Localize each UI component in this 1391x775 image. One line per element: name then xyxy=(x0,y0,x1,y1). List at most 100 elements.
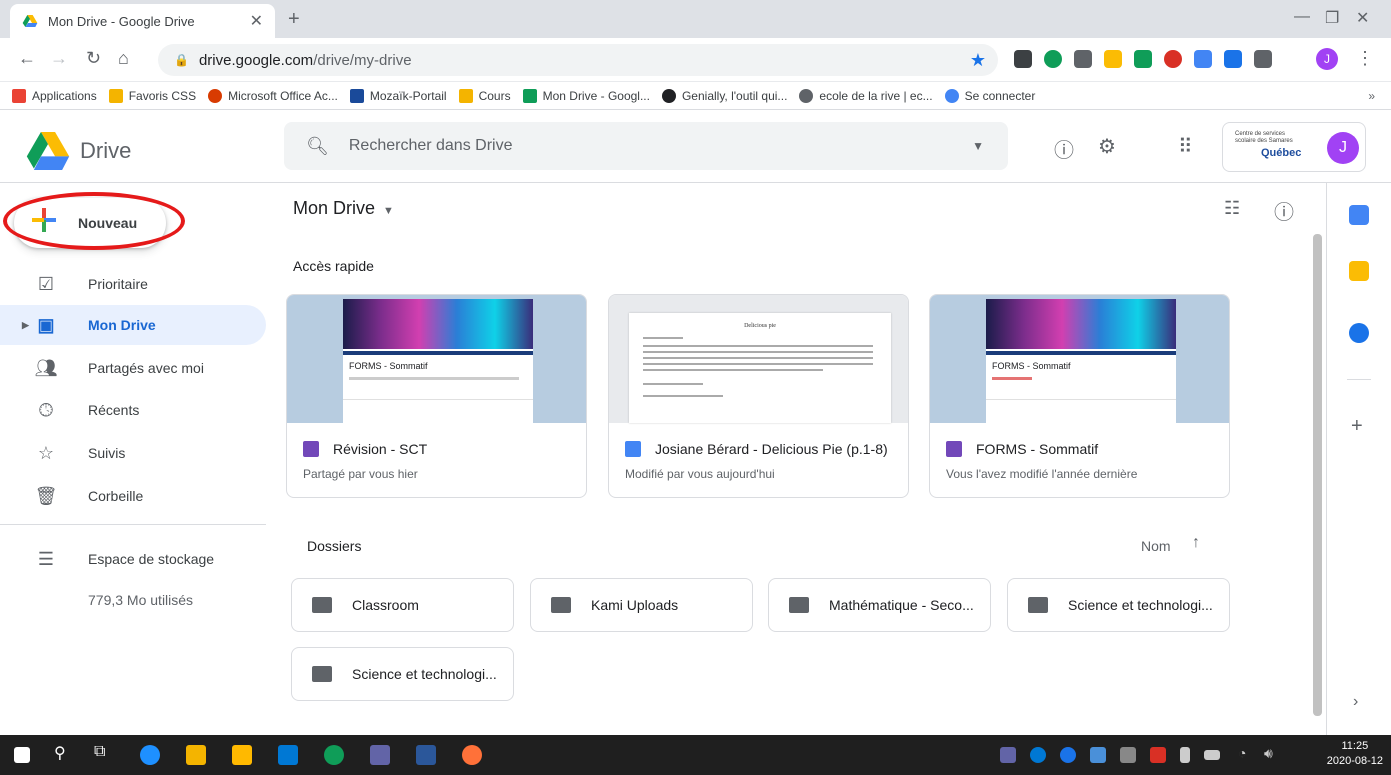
chrome-icon[interactable] xyxy=(324,745,344,765)
expand-panel-icon[interactable]: › xyxy=(1353,693,1358,711)
search-input[interactable]: Rechercher dans Drive xyxy=(349,137,972,155)
sidebar-item-prioritaire[interactable]: ☑ Prioritaire xyxy=(0,264,266,304)
sidebar-item-suivis[interactable]: ☆ Suivis xyxy=(0,433,266,473)
bookmark-ecole[interactable]: ecole de la rive | ec... xyxy=(799,88,933,103)
bookmark-office[interactable]: Microsoft Office Ac... xyxy=(208,88,338,103)
edge-icon[interactable] xyxy=(140,745,160,765)
expand-arrow-icon[interactable]: ▶ xyxy=(22,320,29,331)
settings-gear-icon[interactable]: ⚙ xyxy=(1098,134,1116,159)
info-icon[interactable]: ⓘ xyxy=(1274,196,1294,225)
onedrive-icon[interactable] xyxy=(1030,747,1046,763)
address-bar[interactable]: 🔒 drive.google.com/drive/my-drive ★ xyxy=(158,44,998,76)
sidebar-item-recents[interactable]: 🕓︎ Récents xyxy=(0,390,266,430)
tray-network-icon[interactable] xyxy=(1120,747,1136,763)
folder-item[interactable]: Mathématique - Seco... xyxy=(768,578,991,632)
extension-office-icon[interactable] xyxy=(1014,50,1032,68)
folder-item[interactable]: Science et technologi... xyxy=(291,647,514,701)
volume-icon[interactable]: 🔊︎ xyxy=(1264,745,1273,762)
extension-thumb-icon[interactable] xyxy=(1104,50,1122,68)
folder-icon xyxy=(312,597,332,613)
calendar-icon[interactable] xyxy=(1349,205,1369,225)
search-icon[interactable]: 🔍︎ xyxy=(306,136,329,157)
home-icon[interactable]: ⌂ xyxy=(118,48,129,69)
word-icon[interactable] xyxy=(416,745,436,765)
teams-icon[interactable] xyxy=(370,745,390,765)
folder-item[interactable]: Science et technologi... xyxy=(1007,578,1230,632)
extension-screen-icon[interactable] xyxy=(1224,50,1242,68)
help-icon[interactable]: ⓘ xyxy=(1054,134,1074,163)
back-icon[interactable]: ← xyxy=(18,48,36,69)
close-tab-icon[interactable]: ✕ xyxy=(250,11,263,31)
folder-item[interactable]: Kami Uploads xyxy=(530,578,753,632)
sidebar-item-corbeille[interactable]: 🗑︎ Corbeille xyxy=(0,476,266,516)
sidebar-item-mon-drive[interactable]: ▶ ▣ Mon Drive xyxy=(0,305,266,345)
quick-access-card[interactable]: Delicious pie Josiane Bérard - Delicious… xyxy=(608,294,909,498)
tasks-icon[interactable] xyxy=(1349,323,1369,343)
sort-arrow-up-icon[interactable]: ↑ xyxy=(1192,534,1200,552)
tray-screen-icon[interactable] xyxy=(1090,747,1106,763)
search-options-icon[interactable]: ▼ xyxy=(972,139,984,153)
wifi-icon[interactable]: ◔ xyxy=(1238,745,1246,761)
list-view-icon[interactable]: ☷ xyxy=(1224,198,1240,219)
bookmark-genially[interactable]: Genially, l'outil qui... xyxy=(661,88,787,103)
docs-file-icon xyxy=(625,441,641,457)
account-avatar[interactable]: J xyxy=(1327,132,1359,164)
add-addon-icon[interactable]: + xyxy=(1351,415,1363,438)
extension-drive-icon[interactable] xyxy=(1134,50,1152,68)
extension-check-icon[interactable] xyxy=(1044,50,1062,68)
my-drive-icon: ▣ xyxy=(37,314,55,335)
browser-profile-avatar[interactable]: J xyxy=(1316,48,1338,70)
chevron-down-icon[interactable]: ▼ xyxy=(383,205,394,217)
bookmark-star-icon[interactable]: ★ xyxy=(970,50,986,71)
tray-usb-icon[interactable] xyxy=(1180,747,1190,763)
organization-badge[interactable]: Centre de services scolaire des Samares … xyxy=(1222,122,1366,172)
tray-teams-icon[interactable] xyxy=(1000,747,1016,763)
task-view-icon[interactable]: ⧉ xyxy=(94,743,105,761)
drive-logo-icon[interactable] xyxy=(26,132,70,170)
extension-abp-icon[interactable] xyxy=(1164,50,1182,68)
browser-menu-icon[interactable]: ⋮ xyxy=(1356,48,1374,69)
bookmark-applications[interactable]: Applications xyxy=(12,88,97,103)
new-tab-icon[interactable]: + xyxy=(288,8,300,31)
folder-item[interactable]: Classroom xyxy=(291,578,514,632)
sticky-icon[interactable] xyxy=(186,745,206,765)
battery-icon[interactable] xyxy=(1204,750,1220,760)
quick-access-card[interactable]: FORMS - Sommatif FORMS - Sommatif Vous l… xyxy=(929,294,1230,498)
bookmark-cours[interactable]: Cours xyxy=(458,88,511,103)
tray-app-icon[interactable] xyxy=(1060,747,1076,763)
extension-translate-icon[interactable] xyxy=(1194,50,1212,68)
search-icon[interactable]: ⚲ xyxy=(54,743,66,763)
search-bar[interactable]: 🔍︎ Rechercher dans Drive ▼ xyxy=(284,122,1008,170)
system-clock[interactable]: 11:25 2020-08-12 xyxy=(1327,739,1383,769)
bookmark-mozaik[interactable]: Mozaïk-Portail xyxy=(349,88,447,103)
sort-by-name[interactable]: Nom xyxy=(1141,538,1171,554)
extensions-puzzle-icon[interactable] xyxy=(1254,50,1272,68)
tray-k-icon[interactable] xyxy=(1150,747,1166,763)
forward-icon[interactable]: → xyxy=(50,48,68,69)
main-scrollbar[interactable] xyxy=(1313,234,1322,716)
bookmark-mon-drive[interactable]: Mon Drive - Googl... xyxy=(522,88,650,103)
reload-icon[interactable]: ↻ xyxy=(86,48,101,69)
office-icon xyxy=(208,88,223,103)
extension-grid-icon[interactable] xyxy=(1074,50,1092,68)
windows-start-icon[interactable] xyxy=(14,747,30,763)
outlook-icon[interactable] xyxy=(278,745,298,765)
minimize-icon[interactable]: — xyxy=(1294,8,1310,26)
page-title[interactable]: Mon Drive ▼ xyxy=(293,198,394,219)
restore-icon[interactable]: ❐ xyxy=(1325,8,1339,28)
close-window-icon[interactable]: ✕ xyxy=(1356,8,1369,28)
bookmark-se-connecter[interactable]: Se connecter xyxy=(944,88,1035,103)
keep-icon[interactable] xyxy=(1349,261,1369,281)
sidebar-item-storage[interactable]: ☰ Espace de stockage xyxy=(0,539,266,579)
file-explorer-icon[interactable] xyxy=(232,745,252,765)
bookmark-favoris-css[interactable]: Favoris CSS xyxy=(108,88,196,103)
firefox-icon[interactable] xyxy=(462,745,482,765)
card-name: FORMS - Sommatif xyxy=(976,441,1099,457)
browser-tab[interactable]: Mon Drive - Google Drive ✕ xyxy=(10,4,275,38)
more-bookmarks-icon[interactable]: » xyxy=(1368,89,1375,103)
quick-access-card[interactable]: FORMS - Sommatif Révision - SCT Partagé … xyxy=(286,294,587,498)
lock-icon: 🔒 xyxy=(174,53,189,67)
apps-grid-icon[interactable]: ⠿ xyxy=(1178,134,1193,159)
sidebar-divider xyxy=(0,524,266,525)
sidebar-item-partages[interactable]: 👥︎ Partagés avec moi xyxy=(0,348,266,388)
